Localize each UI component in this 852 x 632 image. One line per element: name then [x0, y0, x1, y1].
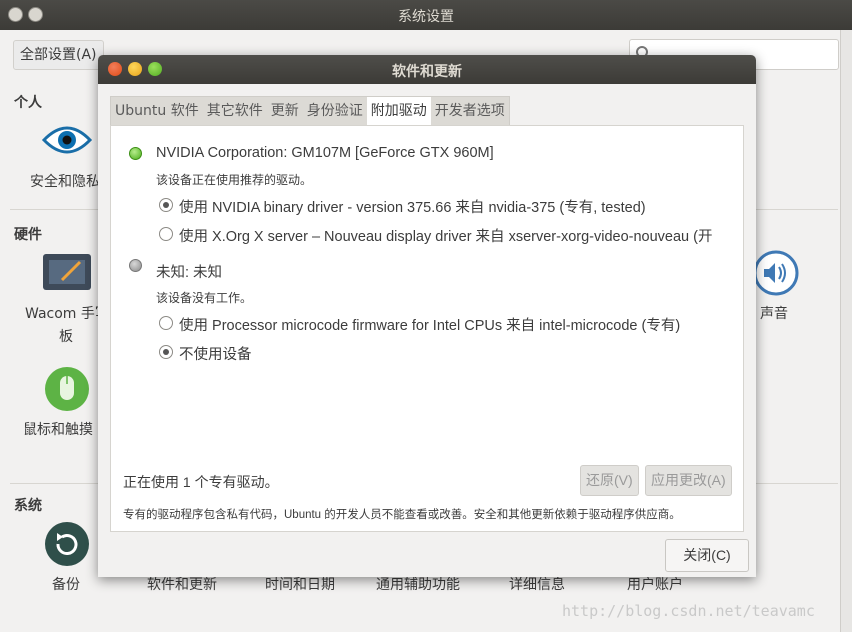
item-details[interactable]: 详细信息	[509, 574, 565, 594]
footnote: 专有的驱动程序包含私有代码，Ubuntu 的开发人员不能查看或改善。安全和其他更…	[123, 509, 681, 521]
apply-changes-button[interactable]: 应用更改(A)	[645, 465, 732, 496]
item-time-date[interactable]: 时间和日期	[265, 574, 335, 594]
close-button[interactable]: 关闭(C)	[665, 539, 749, 572]
tab-authentication[interactable]: 身份验证	[303, 97, 367, 125]
driver-option-nouveau[interactable]: 使用 X.Org X server – Nouveau display driv…	[179, 225, 712, 246]
status-text: 正在使用 1 个专有驱动。	[123, 474, 279, 490]
speaker-icon	[753, 250, 799, 296]
item-software-updates[interactable]: 软件和更新	[147, 574, 217, 594]
item-accessibility[interactable]: 通用辅助功能	[376, 574, 460, 594]
section-system: 系统	[14, 498, 42, 514]
watermark: http://blog.csdn.net/teavamc	[562, 602, 815, 620]
driver-radio-none[interactable]	[159, 345, 173, 359]
tab-developer-options[interactable]: 开发者选项	[431, 97, 509, 125]
item-wacom[interactable]: Wacom 手写	[25, 303, 109, 323]
mouse-icon	[45, 367, 89, 411]
drivers-panel: NVIDIA Corporation: GM107M [GeForce GTX …	[110, 125, 744, 532]
settings-titlebar: 系统设置	[0, 0, 852, 30]
driver-option-nvidia[interactable]: 使用 NVIDIA binary driver - version 375.66…	[179, 196, 646, 217]
device-subtitle: 该设备没有工作。	[156, 291, 253, 305]
item-mouse-touchpad[interactable]: 鼠标和触摸	[23, 419, 93, 439]
wacom-tablet-icon	[43, 254, 91, 290]
driver-option-none[interactable]: 不使用设备	[179, 343, 252, 364]
section-personal: 个人	[14, 95, 42, 111]
device-title: NVIDIA Corporation: GM107M [GeForce GTX …	[156, 145, 494, 161]
dialog-titlebar: 软件和更新	[98, 55, 756, 84]
item-security-privacy[interactable]: 安全和隐私	[30, 171, 100, 191]
device-title: 未知: 未知	[156, 265, 223, 281]
tab-additional-drivers[interactable]: 附加驱动	[366, 97, 431, 125]
tab-bar: Ubuntu 软件 其它软件 更新 身份验证 附加驱动 开发者选项	[110, 96, 510, 125]
device-status-icon	[129, 259, 142, 272]
driver-radio-nvidia[interactable]	[159, 198, 173, 212]
tab-other-software[interactable]: 其它软件	[203, 97, 267, 125]
tab-updates[interactable]: 更新	[267, 97, 303, 125]
driver-option-microcode[interactable]: 使用 Processor microcode firmware for Inte…	[179, 314, 680, 335]
device-status-icon	[129, 147, 142, 160]
software-updates-dialog: 软件和更新 Ubuntu 软件 其它软件 更新 身份验证 附加驱动 开发者选项 …	[98, 55, 756, 577]
all-settings-button[interactable]: 全部设置(A)	[13, 40, 104, 70]
driver-radio-nouveau[interactable]	[159, 227, 173, 241]
driver-radio-microcode[interactable]	[159, 316, 173, 330]
tab-ubuntu-software[interactable]: Ubuntu 软件	[111, 97, 203, 125]
dialog-title: 软件和更新	[392, 64, 462, 80]
eye-icon	[42, 126, 92, 154]
item-backup[interactable]: 备份	[52, 574, 80, 594]
item-sound[interactable]: 声音	[760, 303, 788, 323]
item-wacom-line2: 板	[59, 329, 73, 345]
revert-button[interactable]: 还原(V)	[580, 465, 639, 496]
section-hardware: 硬件	[14, 227, 42, 243]
item-user-accounts[interactable]: 用户账户	[627, 574, 683, 594]
device-subtitle: 该设备正在使用推荐的驱动。	[156, 173, 313, 187]
settings-window-title: 系统设置	[398, 9, 454, 25]
window-edge	[840, 30, 852, 632]
backup-icon	[45, 522, 89, 566]
